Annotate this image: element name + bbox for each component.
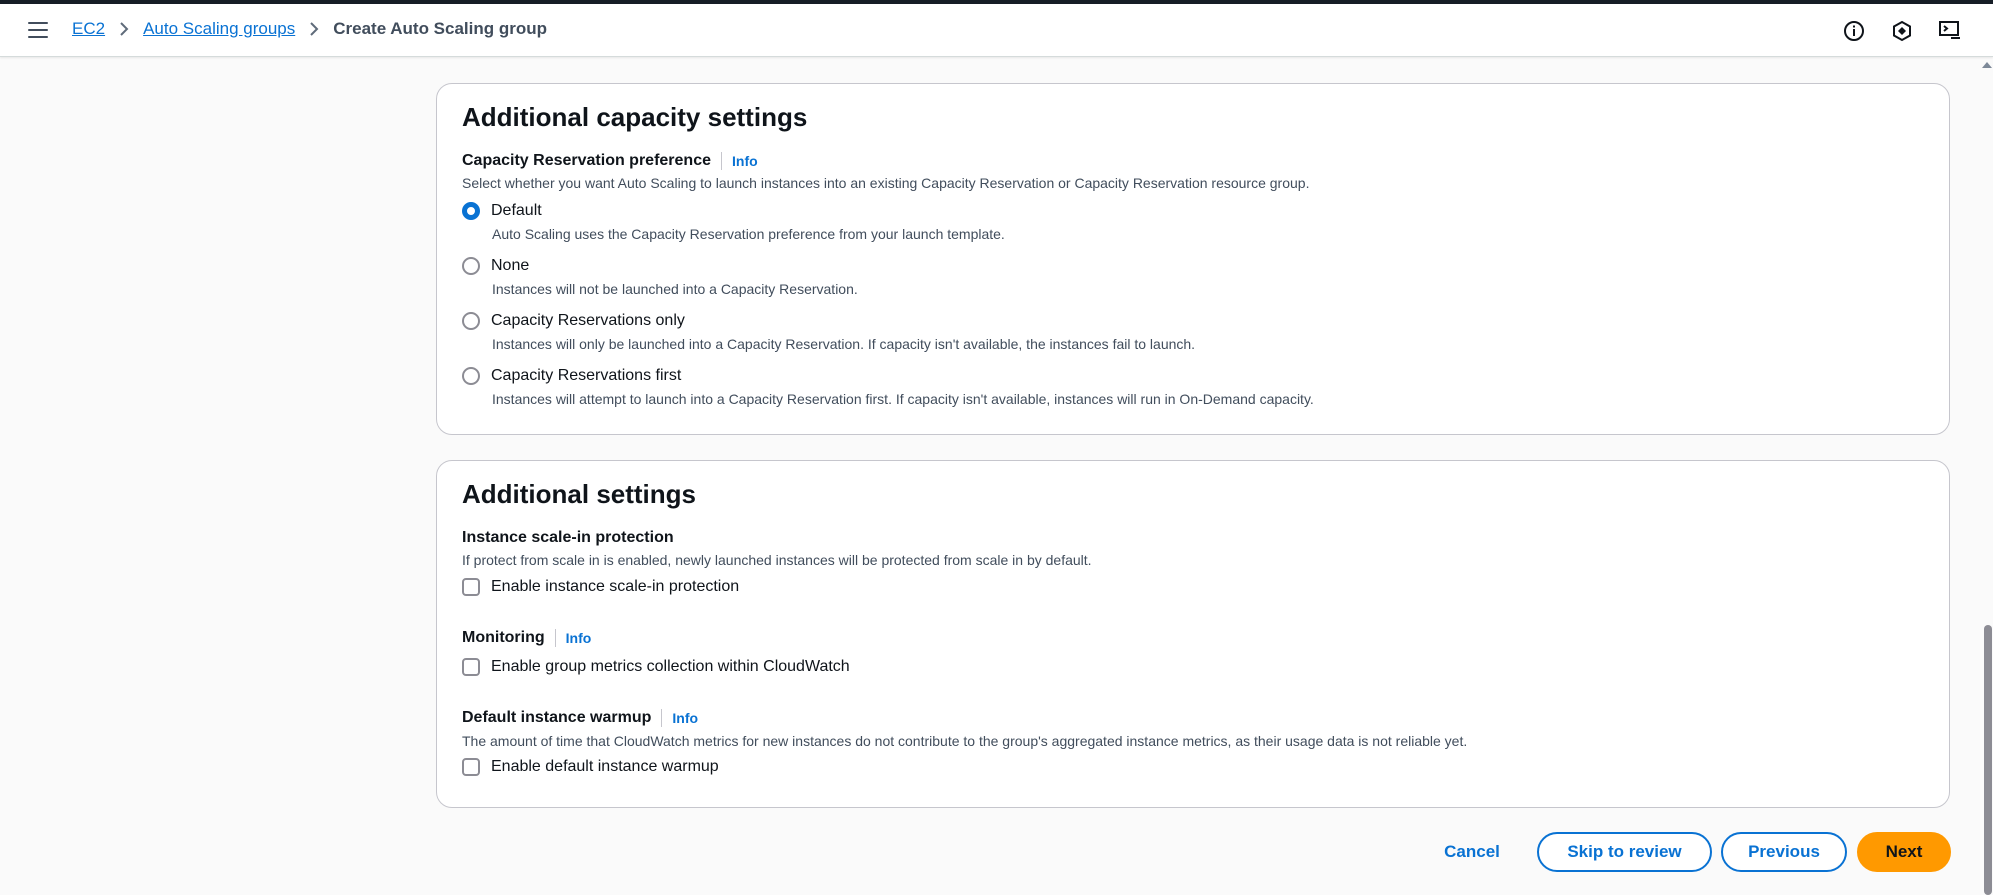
radio-button[interactable] [462, 257, 480, 275]
option-description: Instances will only be launched into a C… [492, 336, 1196, 352]
previous-button[interactable]: Previous [1721, 832, 1847, 872]
field-description: Select whether you want Auto Scaling to … [462, 175, 1310, 191]
breadcrumb-auto-scaling-groups-link[interactable]: Auto Scaling groups [143, 19, 295, 39]
feedback-icon[interactable] [1889, 18, 1915, 44]
header-tools [1841, 18, 1963, 44]
default-instance-warmup-checkbox-row[interactable]: Enable default instance warmup [462, 758, 719, 776]
radio-button[interactable] [462, 312, 480, 330]
panel-title: Additional settings [462, 479, 696, 509]
skip-to-review-button[interactable]: Skip to review [1537, 832, 1712, 872]
next-button[interactable]: Next [1857, 832, 1951, 872]
panel-title: Additional capacity settings [462, 102, 808, 132]
monitoring-label: Monitoring Info [462, 629, 592, 647]
breadcrumb: EC2 Auto Scaling groups Create Auto Scal… [72, 19, 547, 39]
option-description: Instances will not be launched into a Ca… [492, 281, 858, 297]
scale-in-protection-checkbox-row[interactable]: Enable instance scale-in protection [462, 578, 739, 596]
chevron-right-icon [119, 21, 129, 37]
scale-in-protection-label: Instance scale-in protection [462, 529, 674, 546]
scrollbar-thumb[interactable] [1984, 625, 1992, 895]
breadcrumb-ec2-link[interactable]: EC2 [72, 19, 105, 39]
info-icon[interactable] [1841, 18, 1867, 44]
radio-capacity-reservations-only[interactable]: Capacity Reservations only [462, 312, 685, 330]
field-description: The amount of time that CloudWatch metri… [462, 733, 1468, 749]
breadcrumb-current: Create Auto Scaling group [333, 19, 548, 38]
field-description: If protect from scale in is enabled, new… [462, 552, 1092, 568]
capacity-settings-panel: Additional capacity settings Capacity Re… [436, 83, 1950, 435]
default-instance-warmup-label: Default instance warmup Info [462, 709, 699, 727]
cloudshell-icon[interactable] [1937, 18, 1963, 44]
radio-none[interactable]: None [462, 257, 529, 275]
info-link[interactable]: Info [672, 710, 698, 726]
top-navigation: EC2 Auto Scaling groups Create Auto Scal… [0, 4, 1993, 57]
radio-button-selected[interactable] [462, 202, 480, 220]
radio-capacity-reservations-first[interactable]: Capacity Reservations first [462, 367, 681, 385]
checkbox[interactable] [462, 578, 480, 596]
info-link[interactable]: Info [566, 630, 592, 646]
info-link[interactable]: Info [732, 153, 758, 169]
group-metrics-checkbox-row[interactable]: Enable group metrics collection within C… [462, 658, 850, 676]
checkbox[interactable] [462, 758, 480, 776]
capacity-reservation-preference-label: Capacity Reservation preference Info [462, 152, 758, 170]
additional-settings-panel: Additional settings Instance scale-in pr… [436, 460, 1950, 808]
radio-default[interactable]: Default [462, 202, 542, 220]
scroll-up-arrow-icon[interactable] [1982, 62, 1992, 68]
checkbox[interactable] [462, 658, 480, 676]
option-description: Instances will attempt to launch into a … [492, 391, 1314, 407]
cancel-button[interactable]: Cancel [1432, 832, 1512, 872]
chevron-right-icon [309, 21, 319, 37]
option-description: Auto Scaling uses the Capacity Reservati… [492, 226, 1005, 242]
menu-icon[interactable] [28, 22, 48, 38]
radio-button[interactable] [462, 367, 480, 385]
